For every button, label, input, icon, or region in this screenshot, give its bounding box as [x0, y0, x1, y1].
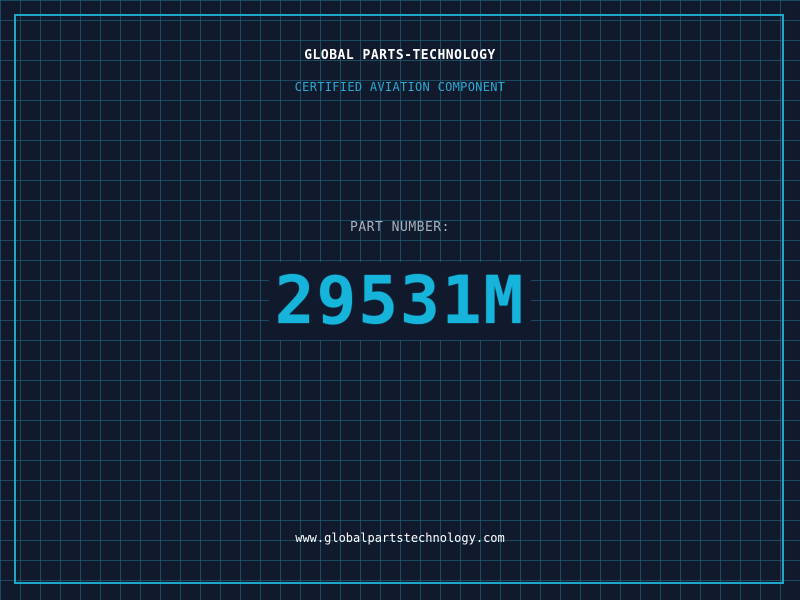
website-url: www.globalpartstechnology.com [295, 531, 505, 545]
company-name: GLOBAL PARTS-TECHNOLOGY [304, 48, 496, 63]
part-number-label: PART NUMBER: [350, 220, 450, 235]
part-number-container: 29531M [0, 262, 800, 340]
part-number: 29531M [268, 262, 532, 340]
tagline: CERTIFIED AVIATION COMPONENT [294, 80, 506, 94]
